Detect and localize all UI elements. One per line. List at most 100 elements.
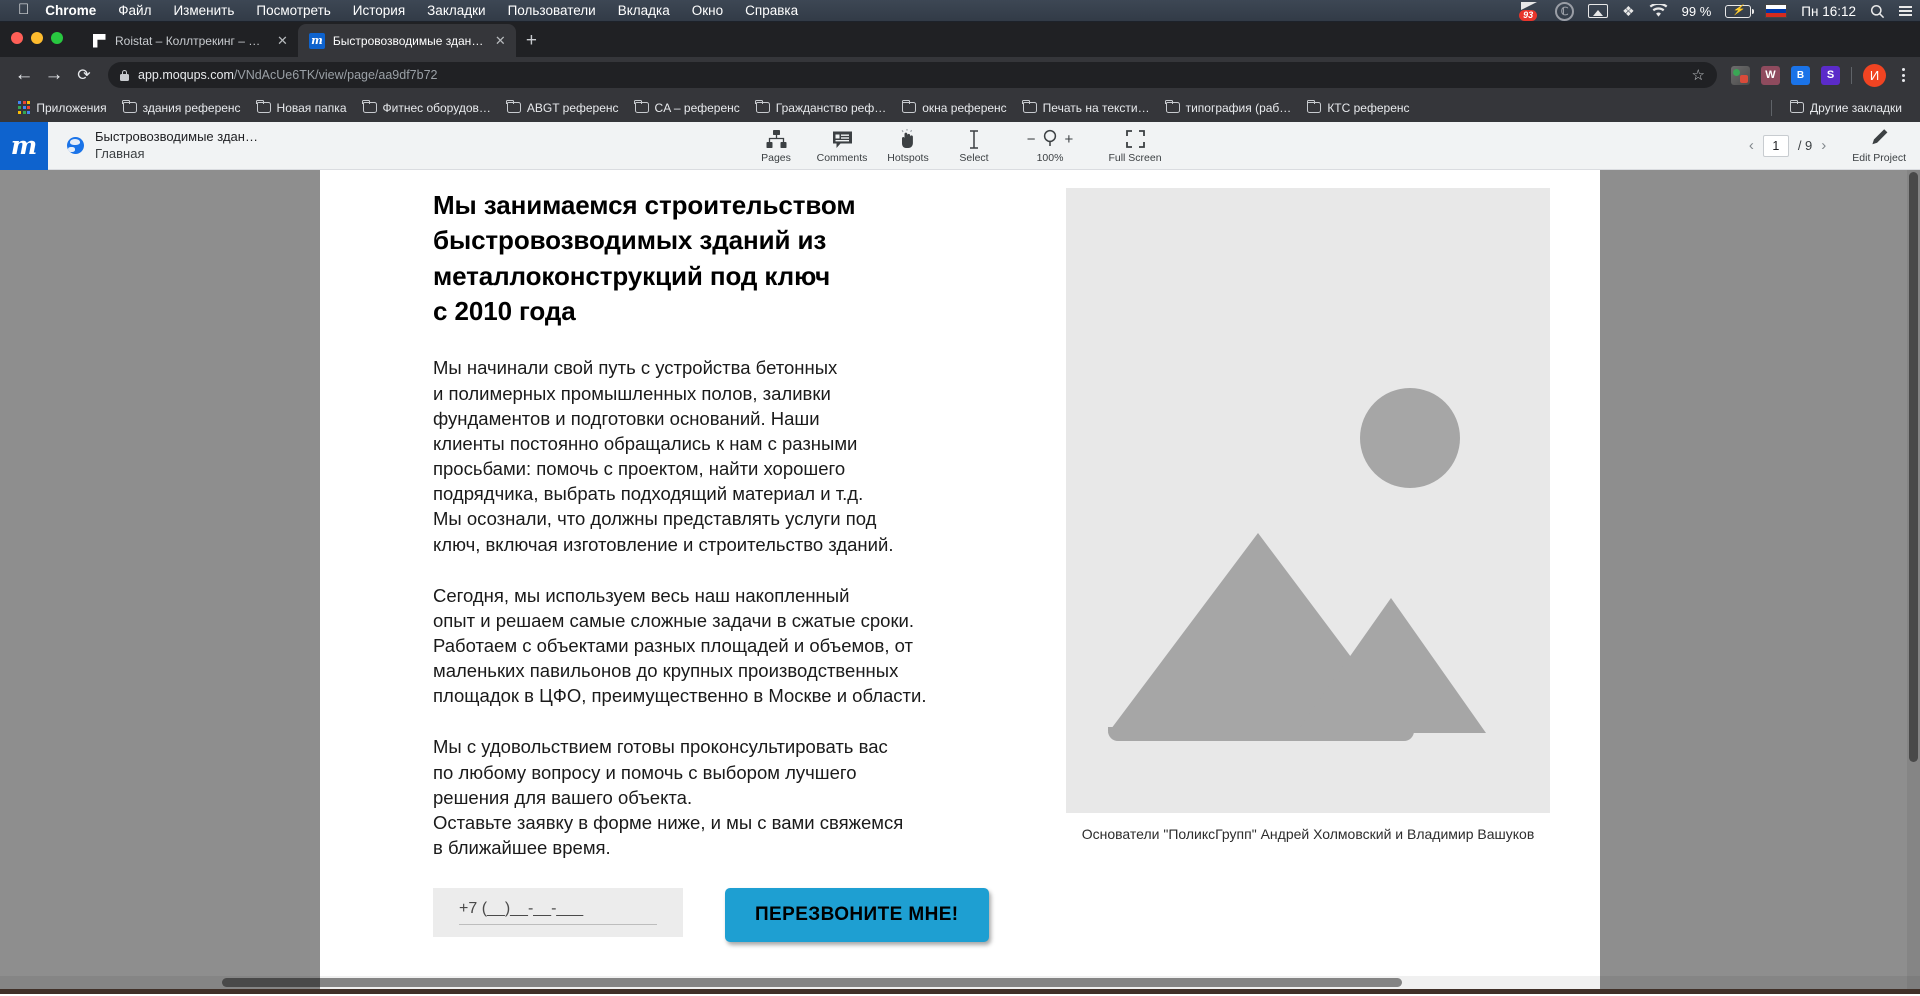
scrollbar-thumb[interactable] [1909,172,1918,762]
bookmark-pechat[interactable]: Печать на тексти… [1015,98,1158,118]
menu-item-window[interactable]: Окно [692,3,723,18]
wifi-icon[interactable] [1649,4,1668,18]
profile-avatar[interactable]: И [1863,63,1886,87]
bookmark-kts[interactable]: КТС референс [1299,98,1417,118]
next-page-button[interactable]: › [1821,137,1826,154]
pages-icon [766,129,787,149]
moqups-logo[interactable]: m [0,121,48,170]
close-icon[interactable]: ✕ [275,34,290,47]
bookmark-grazhdanstvo[interactable]: Гражданство реф… [748,98,894,118]
minimize-window-button[interactable] [31,32,43,44]
menu-item-history[interactable]: История [353,3,405,18]
bookmark-zdaniya-referens[interactable]: здания референс [115,98,249,118]
phone-input[interactable]: +7 (__)__-__-___ [433,888,683,938]
address-bar[interactable]: app.moqups.com/VNdAcUe6TK/view/page/aa9d… [108,62,1717,88]
bitly-extension-icon[interactable]: B [1791,65,1810,85]
menu-item-view[interactable]: Посмотреть [256,3,330,18]
menu-item-chrome[interactable]: Chrome [45,3,96,18]
bookmark-tipografiya[interactable]: типография (раб… [1158,98,1300,118]
tool-fullscreen[interactable]: Full Screen [1093,127,1177,164]
project-title: Быстровозводимые здан… [95,129,258,145]
menu-item-profiles[interactable]: Пользователи [508,3,596,18]
battery-charging-icon[interactable]: ⚡ [1725,4,1755,18]
scrollbar-thumb[interactable] [222,978,1402,987]
globe-icon[interactable] [67,137,84,154]
close-window-button[interactable] [11,32,23,44]
edit-project-button[interactable]: Edit Project [1852,128,1906,164]
divider [1851,66,1852,84]
tool-comments[interactable]: Comments [809,127,875,164]
menu-item-edit[interactable]: Изменить [173,3,234,18]
close-icon[interactable]: ✕ [493,34,508,47]
paragraph-line: в ближайшее время. [433,837,611,859]
bookmark-ca[interactable]: CA – референс [627,98,748,118]
new-tab-button[interactable]: + [526,31,537,50]
comment-icon [832,129,853,149]
content-column-left: Мы занимаемся строительством быстровозво… [433,188,1041,943]
heading-line: металлоконструкций под ключ [433,260,831,291]
search-icon[interactable] [1870,4,1885,19]
zoom-out-button[interactable]: − [1027,132,1036,147]
maximize-window-button[interactable] [51,32,63,44]
tab-title: Быстровозводимые здания (П [332,33,485,48]
phone-input-placeholder: +7 (__)__-__-___ [459,900,657,926]
horizontal-scrollbar[interactable] [0,976,1920,989]
viewer-toolbar: Pages Comments Hotspots Select − + 100% … [743,127,1177,164]
bookmark-label: Печать на тексти… [1042,100,1150,115]
notification-flag-icon[interactable]: 93 [1519,2,1541,21]
page-number-input[interactable]: 1 [1762,134,1789,157]
paragraph-history: Мы начинали свой путь с устройства бетон… [433,355,1041,556]
pencil-icon [1870,128,1889,149]
vertical-scrollbar[interactable] [1907,170,1920,989]
tool-pages[interactable]: Pages [743,127,809,164]
folder-icon [1789,99,1805,113]
omnibox-toolbar: ← → ⟳ app.moqups.com/VNdAcUe6TK/view/pag… [0,57,1920,93]
forward-button[interactable]: → [40,61,68,89]
bookmark-apps[interactable]: Приложения [10,98,115,118]
menu-item-tab[interactable]: Вкладка [618,3,670,18]
airplay-icon[interactable] [1588,4,1609,18]
bookmark-okna[interactable]: окна референс [894,98,1014,118]
zoom-control[interactable]: − + 100% [1007,127,1093,164]
bookmark-label: здания референс [142,100,241,115]
heading-line: быстровозводимых зданий из [433,225,827,256]
prisma-extension-icon[interactable] [1731,65,1750,85]
menu-item-help[interactable]: Справка [745,3,798,18]
bookmark-star-icon[interactable]: ☆ [1692,66,1705,84]
bluetooth-icon[interactable]: ❖ [1622,3,1635,20]
menu-bar-status-area: 93 ℂ ❖ 99 % ⚡ Пн 16:12 [1519,0,1912,22]
input-language-icon[interactable] [1765,4,1788,18]
tab-title: Roistat – Коллтрекинг – Истор [115,33,267,48]
bookmark-abgt[interactable]: ABGT референс [499,98,627,118]
paragraph-line: фундаментов и подготовки оснований. Наши [433,407,820,429]
prev-page-button[interactable]: ‹ [1749,137,1754,154]
heading-year: с 2010 года [433,296,576,327]
control-center-icon[interactable] [1899,6,1912,16]
magnifier-icon[interactable] [1042,129,1059,150]
browser-tab-roistat[interactable]: Roistat – Коллтрекинг – Истор ✕ [80,24,298,57]
browser-tab-moqups[interactable]: m Быстровозводимые здания (П ✕ [297,24,516,57]
menu-bar-clock[interactable]: Пн 16:12 [1801,4,1856,19]
kebab-menu-icon[interactable] [1897,68,1910,82]
bookmark-other[interactable]: Другие закладки [1782,98,1910,118]
wordtune-extension-icon[interactable]: W [1761,65,1780,85]
bookmark-fitnes[interactable]: Фитнес оборудов… [355,98,499,118]
lock-icon [120,69,129,81]
back-button[interactable]: ← [10,61,38,89]
zoom-in-button[interactable]: + [1065,132,1074,147]
mockup-viewer-canvas[interactable]: Мы занимаемся строительством быстровозво… [0,170,1920,989]
grammar-extension-icon[interactable]: S [1821,65,1840,85]
window-traffic-lights[interactable] [11,32,63,44]
tool-select[interactable]: Select [941,127,1007,164]
callback-button[interactable]: ПЕРЕЗВОНИТЕ МНЕ! [725,888,989,943]
bookmark-label: КТС референс [1327,100,1410,115]
reload-button[interactable]: ⟳ [70,61,98,89]
menu-item-file[interactable]: Файл [118,3,151,18]
creative-cloud-icon[interactable]: ℂ [1555,1,1575,21]
content-column-right: Основатели "ПоликсГрупп" Андрей Холмовск… [1041,188,1550,942]
apple-logo-icon[interactable]:  [18,2,29,17]
tool-hotspots[interactable]: Hotspots [875,127,941,164]
bookmark-novaya-papka[interactable]: Новая папка [249,98,355,118]
menu-item-bookmarks[interactable]: Закладки [427,3,485,18]
folder-icon [634,99,649,113]
